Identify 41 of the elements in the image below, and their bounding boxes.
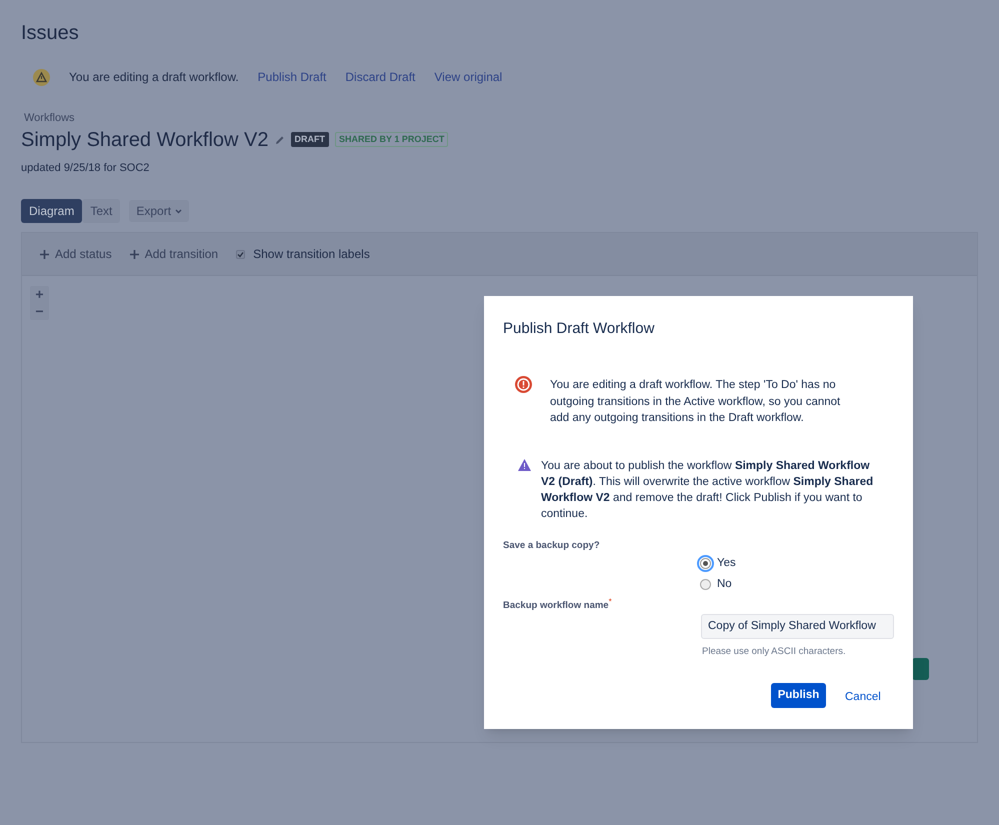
radio-label: Yes [717, 556, 736, 571]
error-icon [515, 376, 532, 393]
plus-icon [40, 250, 49, 258]
status-badge: DRAFT [290, 132, 329, 148]
banner-message: You are editing a draft workflow. [69, 69, 239, 86]
zoom-in-button[interactable]: + [35, 286, 44, 303]
add-status-button[interactable]: Add status [40, 245, 112, 263]
pencil-icon[interactable] [274, 134, 284, 144]
banner-link[interactable]: View original [434, 68, 502, 86]
error-message: You are editing a draft workflow. The step 'To Do' has no outgoing transitions in the Active workflow, so you cannot add any outgoing transitions in the Draft workflow. [550, 378, 842, 426]
cancel-link[interactable]: Cancel [845, 689, 881, 706]
workflow-title: Simply Shared Workflow V2 [21, 128, 268, 152]
checkbox[interactable] [236, 250, 246, 258]
warning-icon [518, 459, 531, 471]
name-field[interactable]: Copy of Simply Shared Workflow [701, 614, 894, 639]
add-transition-button[interactable]: Add transition [130, 245, 218, 263]
partial-button[interactable] [912, 658, 929, 680]
radio-button[interactable] [700, 579, 711, 590]
banner-link[interactable]: Discard Draft [345, 68, 416, 86]
updated-text: updated 9/25/18 for SOC2 [21, 160, 150, 176]
banner-link[interactable]: Publish Draft [258, 68, 326, 86]
field-label: Backup workflow name [503, 600, 609, 613]
shared-badge: SHARED BY 1 PROJECT [335, 132, 448, 148]
field-label: Save a backup copy? [503, 539, 600, 553]
export-dropdown[interactable]: Export [129, 200, 190, 222]
required-mark: * [608, 596, 612, 608]
publish-button[interactable]: Publish [771, 683, 826, 708]
zoom-out-button[interactable]: − [35, 303, 44, 320]
view-tab[interactable]: Text [82, 199, 120, 223]
warning-icon [33, 68, 50, 86]
dialog-title: Publish Draft Workflow [503, 319, 654, 339]
warning-message: You are about to publish the workflow Simply Shared Workflow V2 (Draft). This will overwrite the active workflow Simply Shared Workflow V2 and remove the draft! Click Publish if you want to continue. [541, 459, 874, 522]
radio-button[interactable] [700, 558, 711, 570]
hint-text: Please use only ASCII characters. [702, 645, 846, 659]
view-tab[interactable]: Diagram [21, 199, 82, 223]
caret-icon [175, 208, 182, 214]
page-title: Issues [21, 21, 79, 46]
checkbox-label: Show transition labels [253, 246, 370, 263]
radio-label: No [717, 577, 732, 592]
breadcrumb-link[interactable]: Workflows [24, 110, 75, 126]
plus-icon [130, 250, 139, 258]
